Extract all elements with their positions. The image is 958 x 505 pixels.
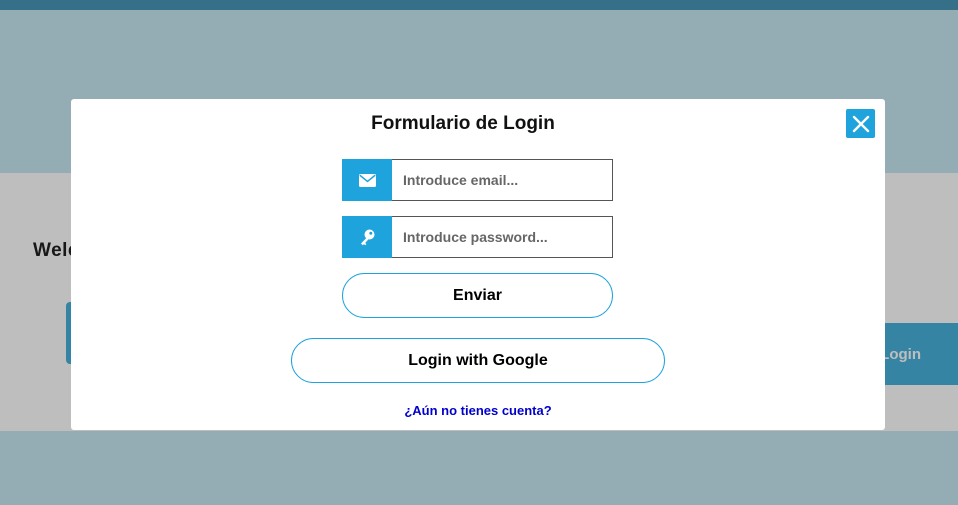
- email-icon-box: [342, 159, 392, 201]
- password-icon-box: [342, 216, 392, 258]
- envelope-icon: [358, 173, 376, 187]
- close-button[interactable]: [846, 109, 875, 138]
- submit-button[interactable]: Enviar: [342, 273, 613, 318]
- google-login-label: Login with Google: [408, 351, 548, 369]
- modal-title: Formulario de Login: [371, 113, 555, 134]
- page: Welc Login Formulario de Login Introduce…: [0, 0, 958, 505]
- password-row: [342, 216, 613, 258]
- email-field[interactable]: [392, 159, 613, 201]
- login-modal: Formulario de Login Introduce email... E…: [71, 99, 885, 430]
- submit-button-label: Enviar: [453, 286, 502, 304]
- password-field[interactable]: [392, 216, 613, 258]
- email-row: [342, 159, 613, 201]
- google-login-button[interactable]: Login with Google: [291, 338, 665, 383]
- close-icon: [852, 115, 869, 132]
- register-link[interactable]: ¿Aún no tienes cuenta?: [71, 403, 885, 418]
- key-icon: [361, 229, 375, 245]
